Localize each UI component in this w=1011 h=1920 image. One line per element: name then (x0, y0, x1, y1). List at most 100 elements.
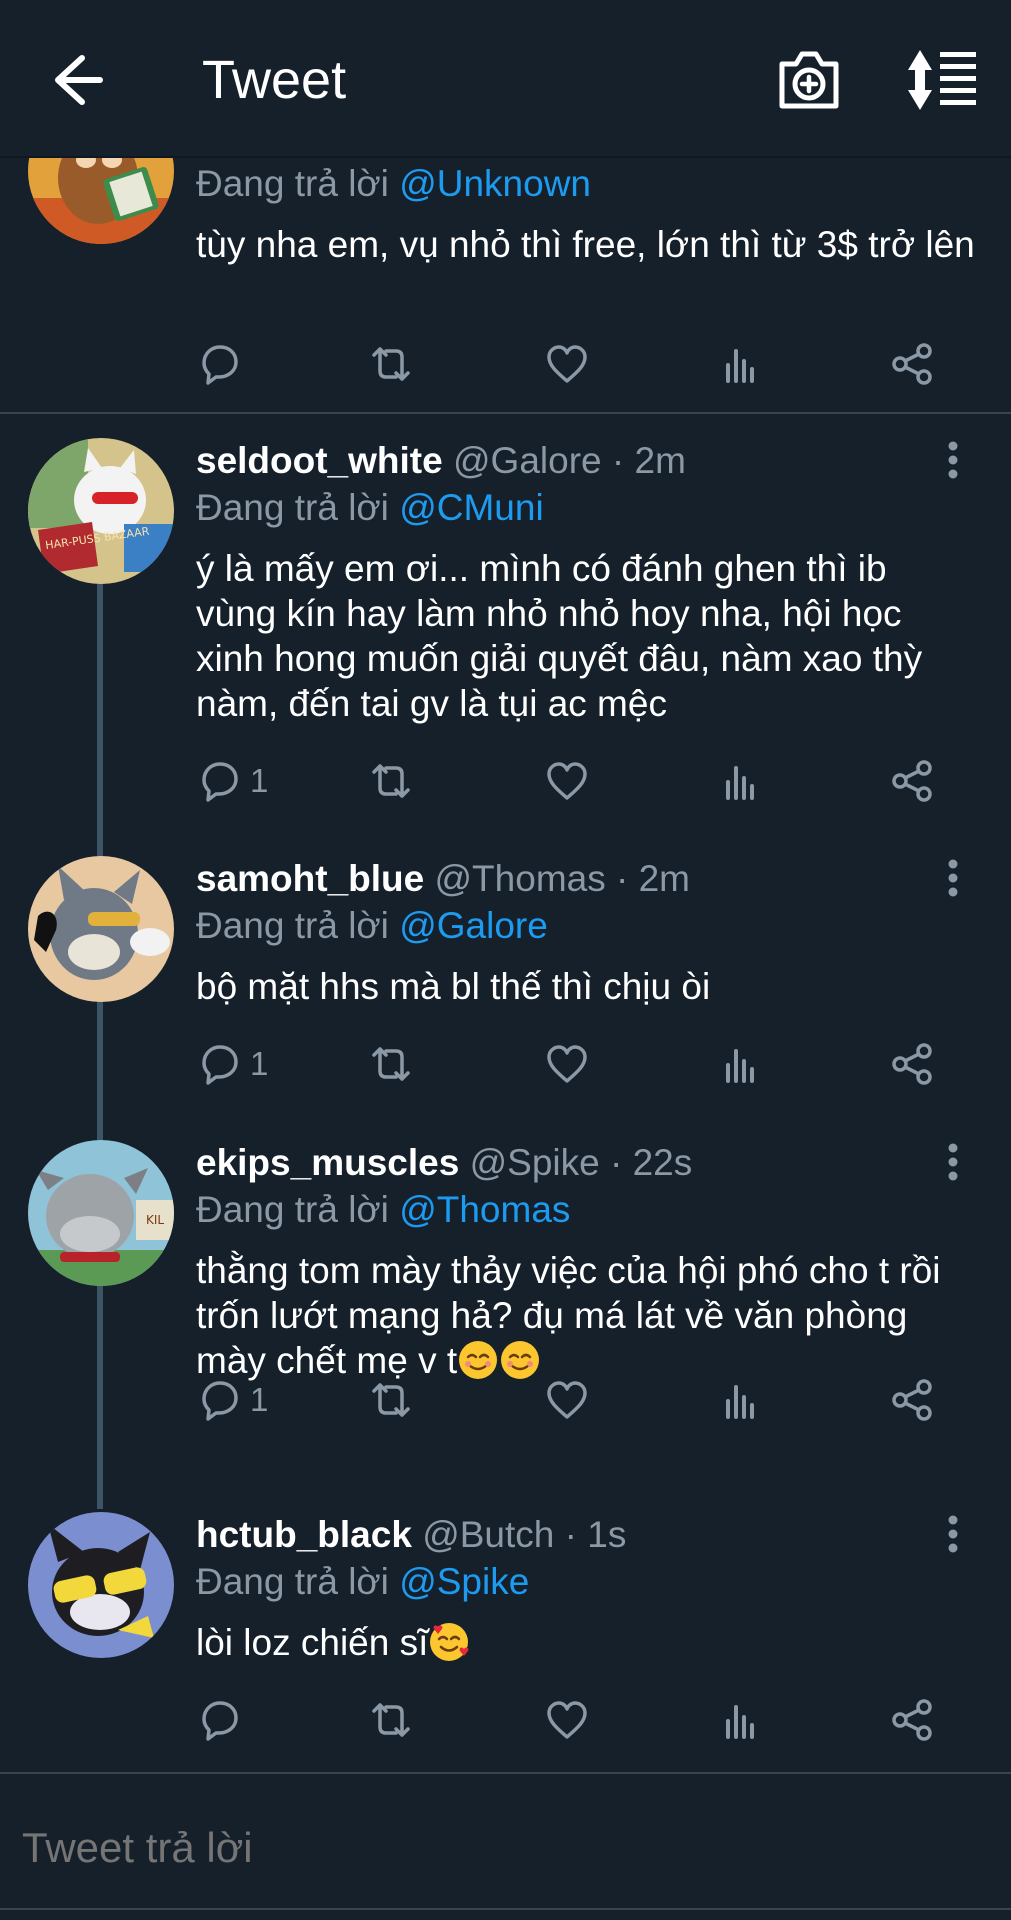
avatar[interactable]: HAR-PUSS BAZAAR (28, 438, 174, 584)
heart-icon (547, 762, 587, 800)
tweet-text-content: lòi loz chiến sĩ (196, 1622, 429, 1663)
smiling-face-with-hearts-emoji (430, 1623, 469, 1661)
heart-icon (547, 1701, 587, 1739)
like-button[interactable] (544, 1372, 590, 1428)
reply-button[interactable] (196, 1692, 250, 1748)
share-icon (892, 1043, 932, 1085)
composer-underline (0, 1908, 1011, 1910)
retweet-button[interactable] (368, 1036, 414, 1092)
top-app-bar: Tweet (0, 0, 1011, 158)
retweet-button[interactable] (368, 336, 414, 392)
reply-prefix: Đang trả lời (196, 163, 389, 204)
tweet-meta: samoht_blue @Thomas · 2m (196, 856, 690, 902)
timestamp: · 2m (616, 858, 690, 899)
share-icon (892, 760, 932, 802)
share-button[interactable] (890, 753, 936, 809)
mention-link[interactable]: @CMuni (399, 487, 543, 528)
tweet-text: lòi loz chiến sĩ (196, 1620, 976, 1665)
heart-icon (547, 1381, 587, 1419)
tweet-actions (196, 1692, 966, 1748)
tweet[interactable]: samoht_blue @Thomas · 2m Đang trả lời @G… (0, 856, 1011, 1096)
tweet-meta: ekips_muscles @Spike · 22s (196, 1140, 692, 1186)
like-button[interactable] (544, 1692, 590, 1748)
share-button[interactable] (890, 1036, 936, 1092)
more-options-icon[interactable] (938, 1512, 968, 1556)
reply-button[interactable] (196, 336, 250, 392)
tweet[interactable]: Đang trả lời @Unknown tùy nha em, vụ nhỏ… (0, 98, 1011, 412)
reply-count: 1 (250, 1381, 269, 1418)
analytics-button[interactable] (718, 1036, 764, 1092)
analytics-button[interactable] (718, 336, 764, 392)
arrow-left-icon[interactable] (48, 50, 108, 110)
avatar[interactable] (28, 856, 174, 1002)
butch-cat-sunglasses-avatar (28, 1512, 174, 1658)
reply-button[interactable]: 1 (196, 1036, 268, 1092)
tweet-text: thằng tom mày thảy việc của hội phó cho … (196, 1248, 976, 1383)
mention-link[interactable]: @Galore (399, 905, 548, 946)
share-button[interactable] (890, 1372, 936, 1428)
tweet[interactable]: HAR-PUSS BAZAAR seldoot_white @Galore · … (0, 438, 1011, 802)
tweet-divider (0, 412, 1011, 414)
reply-input[interactable] (22, 1824, 922, 1872)
reply-button[interactable]: 1 (196, 753, 268, 809)
tweet[interactable]: hctub_black @Butch · 1s Đang trả lời @Sp… (0, 1512, 1011, 1752)
more-options-icon[interactable] (938, 1140, 968, 1184)
reply-bubble-icon (202, 762, 238, 802)
analytics-bars-icon (726, 349, 754, 383)
reply-count: 1 (250, 762, 269, 799)
retweet-icon (372, 1703, 410, 1737)
share-button[interactable] (890, 1692, 936, 1748)
like-button[interactable] (544, 753, 590, 809)
user-handle: @Butch (422, 1514, 555, 1555)
display-name[interactable]: hctub_black (196, 1514, 412, 1555)
share-icon (892, 1699, 932, 1741)
avatar[interactable]: KIL (28, 1140, 174, 1286)
reply-button[interactable]: 1 (196, 1372, 268, 1428)
tweet-meta: seldoot_white @Galore · 2m (196, 438, 686, 484)
reply-context: Đang trả lời @Unknown (196, 161, 591, 207)
mention-link[interactable]: @Thomas (399, 1189, 570, 1230)
retweet-icon (372, 347, 410, 381)
avatar[interactable] (28, 1512, 174, 1658)
retweet-button[interactable] (368, 1372, 414, 1428)
display-name[interactable]: samoht_blue (196, 858, 424, 899)
more-options-icon[interactable] (938, 438, 968, 482)
reply-bubble-icon (202, 1381, 238, 1421)
analytics-button[interactable] (718, 1372, 764, 1428)
analytics-bars-icon (726, 1385, 754, 1419)
tom-cat-on-phone-avatar (28, 856, 174, 1002)
timestamp: · 1s (564, 1514, 627, 1555)
reply-prefix: Đang trả lời (196, 487, 389, 528)
share-button[interactable] (890, 336, 936, 392)
retweet-icon (372, 764, 410, 798)
reply-prefix: Đang trả lời (196, 1189, 389, 1230)
mention-link[interactable]: @Unknown (399, 163, 591, 204)
mention-link[interactable]: @Spike (399, 1561, 529, 1602)
heart-icon (547, 1045, 587, 1083)
avatar-text: KIL (146, 1213, 164, 1227)
reply-context: Đang trả lời @Galore (196, 903, 548, 949)
like-button[interactable] (544, 336, 590, 392)
display-name[interactable]: ekips_muscles (196, 1142, 459, 1183)
share-icon (892, 343, 932, 385)
retweet-button[interactable] (368, 753, 414, 809)
camera-add-icon[interactable] (776, 46, 842, 112)
analytics-bars-icon (726, 1049, 754, 1083)
user-handle: @Thomas (434, 858, 606, 899)
tweet-meta: hctub_black @Butch · 1s (196, 1512, 626, 1558)
analytics-bars-icon (726, 766, 754, 800)
display-name[interactable]: seldoot_white (196, 440, 443, 481)
tweet[interactable]: KIL ekips_muscles @Spike · 22s Đang trả … (0, 1140, 1011, 1440)
analytics-button[interactable] (718, 1692, 764, 1748)
like-button[interactable] (544, 1036, 590, 1092)
analytics-button[interactable] (718, 753, 764, 809)
analytics-bars-icon (726, 1705, 754, 1739)
retweet-icon (372, 1047, 410, 1081)
more-options-icon[interactable] (938, 856, 968, 900)
tweet-actions: 1 (196, 1036, 966, 1092)
sort-list-icon[interactable] (906, 48, 978, 112)
retweet-button[interactable] (368, 1692, 414, 1748)
timestamp: · 22s (609, 1142, 693, 1183)
reply-bubble-icon (202, 1045, 238, 1085)
tweet-text-content: thằng tom mày thảy việc của hội phó cho … (196, 1250, 941, 1381)
